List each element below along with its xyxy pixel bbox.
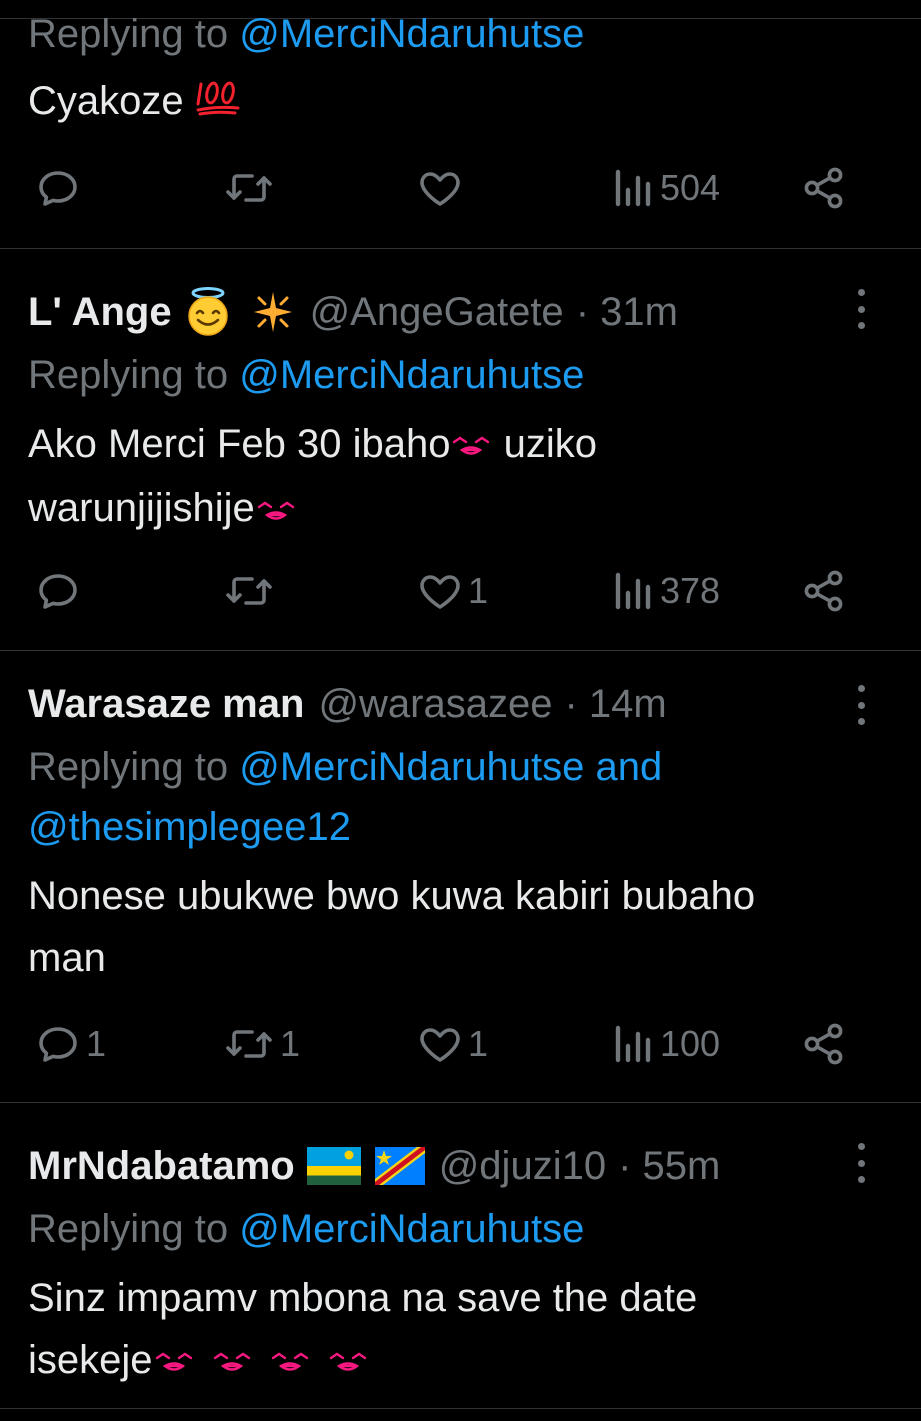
retweet-button[interactable]: 1 [222,1014,300,1074]
views-button[interactable]: 100 [610,1014,720,1074]
like-button[interactable]: 1 [416,561,488,621]
replying-to: Replying to @MerciNdaruhutse [28,12,585,56]
drc-flag-icon [374,1147,425,1185]
user-handle[interactable]: @AngeGatete [310,290,564,335]
timestamp: · 55m [618,1143,721,1188]
like-icon [416,164,464,212]
like-count: 1 [468,1023,489,1064]
halo-emoji-icon [184,287,232,337]
views-button[interactable]: 504 [610,158,720,218]
share-icon [800,1020,848,1068]
sparkle-emoji-icon [250,289,296,335]
display-name[interactable]: MrNdabatamo [28,1144,295,1189]
retweet-count: 1 [280,1023,301,1064]
replying-to: Replying to @MerciNdaruhutse and @thesim… [28,745,663,849]
tweet-text: Nonese ubukwe bwo kuwa kabiri bubaho man [28,874,756,980]
tweet-text: Sinz impamv mbona na save the date iseke… [28,1267,888,1393]
retweet-icon [222,567,276,615]
kiss-emoji-icon [269,1331,311,1393]
mention-link[interactable]: @MerciNdaruhutse [239,12,584,56]
more-icon[interactable] [851,289,871,329]
tweet-header: Warasaze man @warasazee · 14m [28,681,667,727]
view-count: 378 [660,570,721,611]
display-name[interactable]: L' Ange [28,290,172,335]
share-icon [800,164,848,212]
tweet-text: Ako Merci Feb 30 ibaho uziko warunjijish… [28,413,888,542]
reply-button[interactable] [34,561,86,621]
reply-icon [34,567,82,615]
tweet-3[interactable]: Warasaze man @warasazee · 14m Replying t… [0,651,921,1103]
view-count: 100 [660,1023,721,1064]
tweet-2[interactable]: L' Ange @AngeGatete · 31m Replying to @M… [0,249,921,651]
replying-to: Replying to @MerciNdaruhutse [28,353,585,397]
reply-icon [34,164,82,212]
share-icon [800,567,848,615]
replying-to: Replying to @MerciNdaruhutse [28,1207,585,1251]
kiss-emoji-icon [255,480,297,542]
reply-button[interactable]: 1 [34,1014,106,1074]
hundred-emoji-icon [195,72,241,134]
like-button[interactable] [416,158,468,218]
rwanda-flag-icon [306,1147,361,1185]
tweet-4[interactable]: MrNdabatamo @djuzi10 · 55m Replying to @… [0,1103,921,1409]
kiss-emoji-icon [211,1331,253,1393]
tweet-1[interactable]: Replying to @MerciNdaruhutse Cyakoze 504 [0,0,921,249]
kiss-emoji-icon [327,1331,369,1393]
reply-count: 1 [86,1023,107,1064]
timestamp: · 14m [564,681,667,726]
like-icon [416,1020,464,1068]
retweet-icon [222,1020,276,1068]
kiss-emoji-icon [153,1331,195,1393]
tweet-actions: 504 [0,158,921,218]
user-handle[interactable]: @warasazee [318,682,552,727]
views-icon [610,567,656,615]
views-icon [610,164,656,212]
tweet-header: MrNdabatamo @djuzi10 · 55m [28,1143,720,1189]
mention-link[interactable]: @MerciNdaruhutse [239,353,584,397]
views-icon [610,1020,656,1068]
tweet-actions: 1 378 [0,561,921,621]
share-button[interactable] [800,1014,848,1074]
like-icon [416,567,464,615]
display-name[interactable]: Warasaze man [28,682,304,727]
retweet-icon [222,164,276,212]
mention-link[interactable]: @MerciNdaruhutse and [239,745,662,789]
share-button[interactable] [800,561,848,621]
mention-link[interactable]: @MerciNdaruhutse [239,1207,584,1251]
like-count: 1 [468,570,489,611]
reply-icon [34,1020,82,1068]
tweet-actions: 1 1 1 100 [0,1014,921,1074]
share-button[interactable] [800,158,848,218]
retweet-button[interactable] [222,158,280,218]
kiss-emoji-icon [450,415,492,477]
more-icon[interactable] [851,1143,871,1183]
mention-link[interactable]: @thesimplegee12 [28,805,351,849]
reply-button[interactable] [34,158,86,218]
tweet-text: Cyakoze [28,70,888,134]
retweet-button[interactable] [222,561,280,621]
user-handle[interactable]: @djuzi10 [439,1144,606,1189]
tweet-header: L' Ange @AngeGatete · 31m [28,287,678,337]
timestamp: · 31m [575,289,678,334]
more-icon[interactable] [851,685,871,725]
like-button[interactable]: 1 [416,1014,488,1074]
views-button[interactable]: 378 [610,561,720,621]
